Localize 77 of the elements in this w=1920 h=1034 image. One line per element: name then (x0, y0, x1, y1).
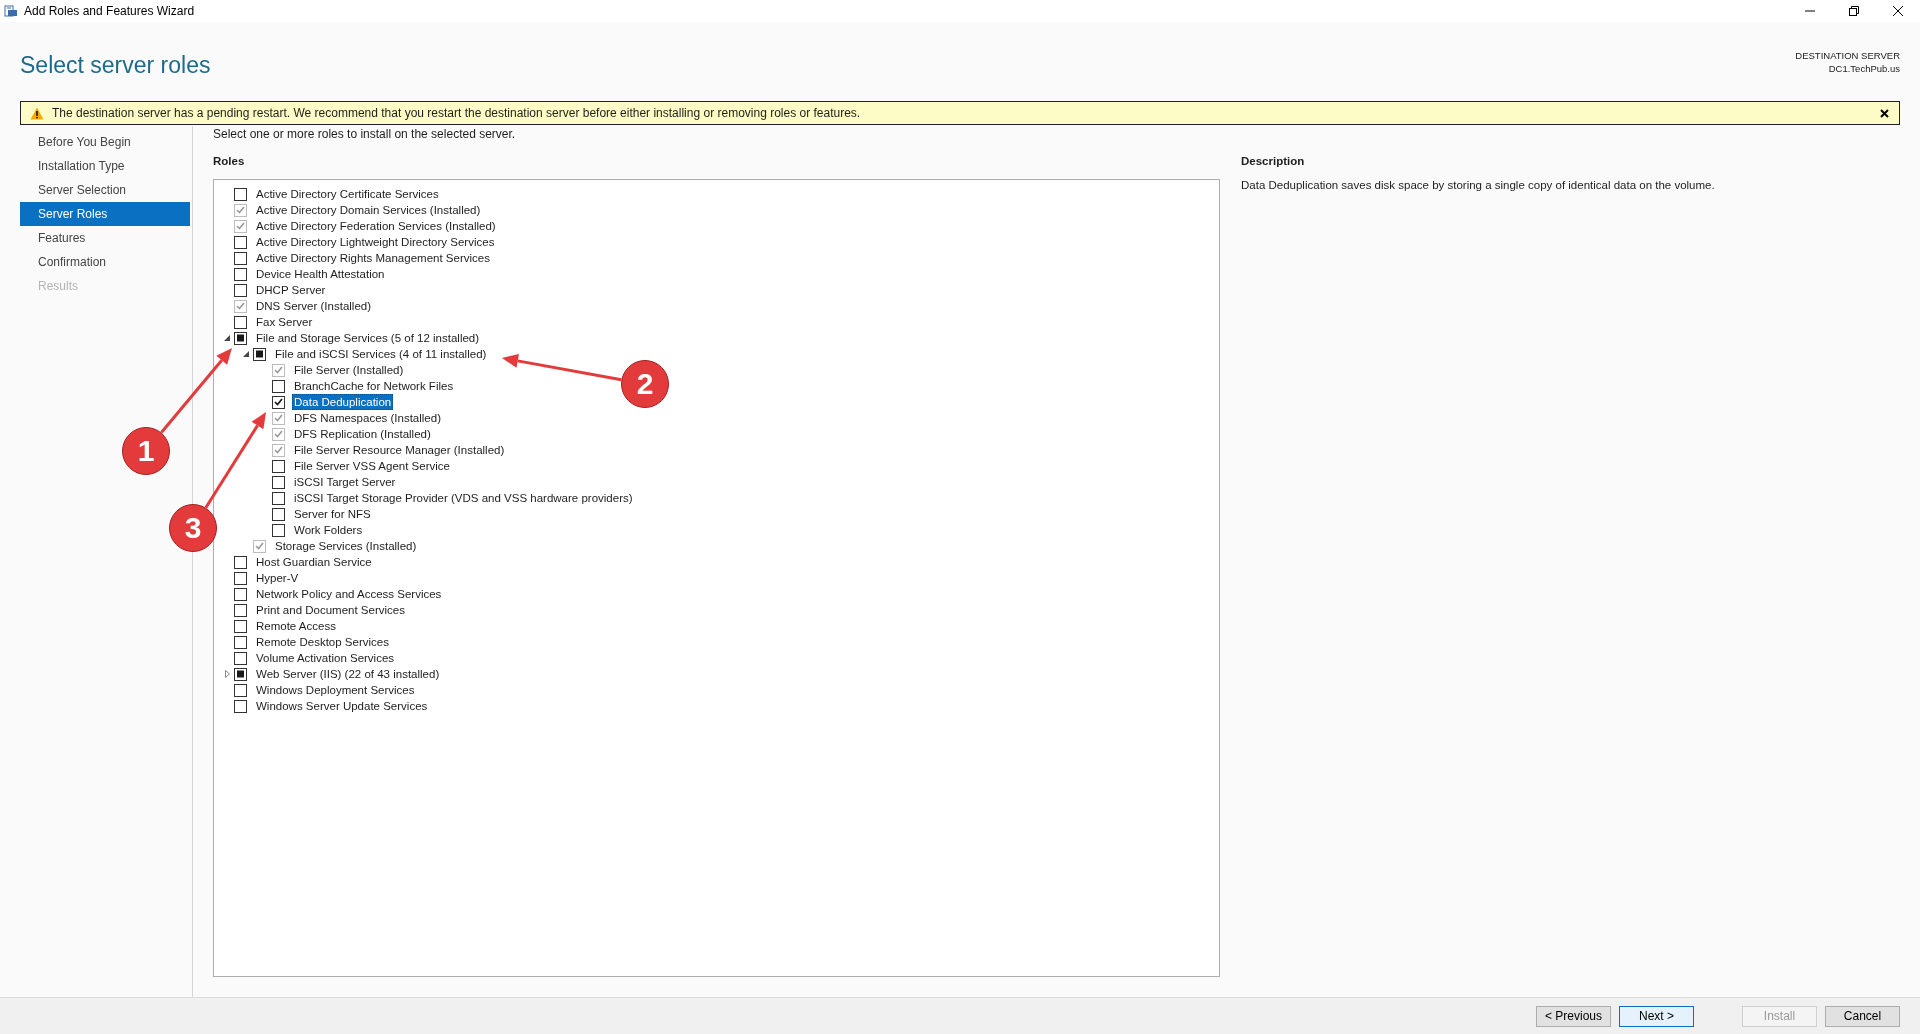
role-label[interactable]: File and Storage Services (5 of 12 installed) (254, 330, 482, 346)
warning-icon (30, 106, 44, 120)
role-label[interactable]: Active Directory Certificate Services (254, 186, 441, 202)
checkbox[interactable] (253, 347, 266, 361)
checkbox[interactable] (272, 395, 285, 409)
checkbox[interactable] (272, 507, 285, 521)
role-label[interactable]: Remote Access (254, 618, 338, 634)
role-label[interactable]: BranchCache for Network Files (292, 378, 456, 394)
role-label[interactable]: Data Deduplication (292, 394, 394, 410)
window-title: Add Roles and Features Wizard (24, 4, 195, 18)
description-text: Data Deduplication saves disk space by storing a single copy of identical data on the volume. (1241, 179, 1716, 191)
role-label[interactable]: Active Directory Lightweight Directory Services (254, 234, 497, 250)
role-label[interactable]: Print and Document Services (254, 602, 407, 618)
role-label[interactable]: Active Directory Rights Management Services (254, 250, 492, 266)
destination-server-name: DC1.TechPub.us (1828, 62, 1900, 75)
checkbox[interactable] (234, 571, 247, 585)
checkbox[interactable] (272, 459, 285, 473)
wizard-button[interactable]: < Previous (1536, 1005, 1611, 1027)
wizard-step[interactable]: Features (20, 226, 190, 250)
wizard-button[interactable]: Cancel (1825, 1005, 1900, 1027)
checkbox[interactable] (234, 587, 247, 601)
role-label[interactable]: Hyper-V (254, 570, 301, 586)
checkbox[interactable] (234, 555, 247, 569)
role-label[interactable]: Device Health Attestation (254, 266, 387, 282)
close-icon[interactable] (1880, 108, 1889, 118)
checkbox[interactable] (234, 251, 247, 265)
role-label[interactable]: Volume Activation Services (254, 650, 397, 666)
app-icon (4, 4, 18, 18)
role-label[interactable]: Remote Desktop Services (254, 634, 391, 650)
role-label[interactable]: iSCSI Target Server (292, 474, 398, 490)
checkbox[interactable] (234, 651, 247, 665)
checkbox[interactable] (234, 699, 247, 713)
checkbox[interactable] (234, 187, 247, 201)
role-label[interactable]: Web Server (IIS) (22 of 43 installed) (254, 666, 442, 682)
wizard-step[interactable]: Before You Begin (20, 130, 190, 154)
callout-number: 1 (122, 427, 170, 475)
checkbox[interactable] (234, 667, 247, 681)
checkbox[interactable] (272, 491, 285, 505)
checkbox[interactable] (272, 475, 285, 489)
expander-icon[interactable] (243, 351, 249, 357)
checkbox[interactable] (234, 635, 247, 649)
checkbox[interactable] (272, 379, 285, 393)
role-label[interactable]: File and iSCSI Services (4 of 11 installed) (273, 346, 489, 362)
role-label[interactable]: Work Folders (292, 522, 365, 538)
wizard-step[interactable]: Confirmation (20, 250, 190, 274)
callout-number: 3 (169, 504, 217, 552)
checkbox[interactable] (234, 235, 247, 249)
checkbox[interactable] (234, 331, 247, 345)
role-label[interactable]: Windows Server Update Services (254, 698, 430, 714)
close-icon[interactable] (1893, 6, 1903, 16)
role-label[interactable]: File Server VSS Agent Service (292, 458, 452, 474)
warning-message: The destination server has a pending restart. We recommend that you restart the destination server before either installing or removing roles or features. (52, 106, 862, 120)
wizard-step[interactable]: Server Selection (20, 178, 190, 202)
checkbox[interactable] (234, 315, 247, 329)
restore-icon[interactable] (1849, 6, 1859, 16)
instruction-text: Select one or more roles to install on the selected server. (213, 126, 517, 143)
destination-server-label: DESTINATION SERVER (1795, 49, 1900, 62)
role-label[interactable]: iSCSI Target Storage Provider (VDS and VSS hardware providers) (292, 490, 635, 506)
checkbox[interactable] (234, 283, 247, 297)
role-label[interactable]: Fax Server (254, 314, 315, 330)
role-label[interactable]: DHCP Server (254, 282, 328, 298)
expander-icon[interactable] (224, 335, 230, 341)
role-label[interactable]: Windows Deployment Services (254, 682, 417, 698)
role-label[interactable]: Network Policy and Access Services (254, 586, 444, 602)
wizard-button[interactable]: Next > (1619, 1005, 1694, 1027)
wizard-step[interactable]: Installation Type (20, 154, 190, 178)
roles-heading: Roles (213, 154, 246, 169)
description-heading: Description (1241, 154, 1306, 169)
wizard-step[interactable]: Server Roles (20, 202, 190, 226)
checkbox[interactable] (234, 683, 247, 697)
checkbox[interactable] (234, 267, 247, 281)
checkbox[interactable] (272, 523, 285, 537)
checkbox[interactable] (234, 619, 247, 633)
page-heading: Select server roles (20, 51, 211, 80)
role-label[interactable]: Host Guardian Service (254, 554, 374, 570)
role-label[interactable]: Server for NFS (292, 506, 373, 522)
checkbox[interactable] (234, 603, 247, 617)
